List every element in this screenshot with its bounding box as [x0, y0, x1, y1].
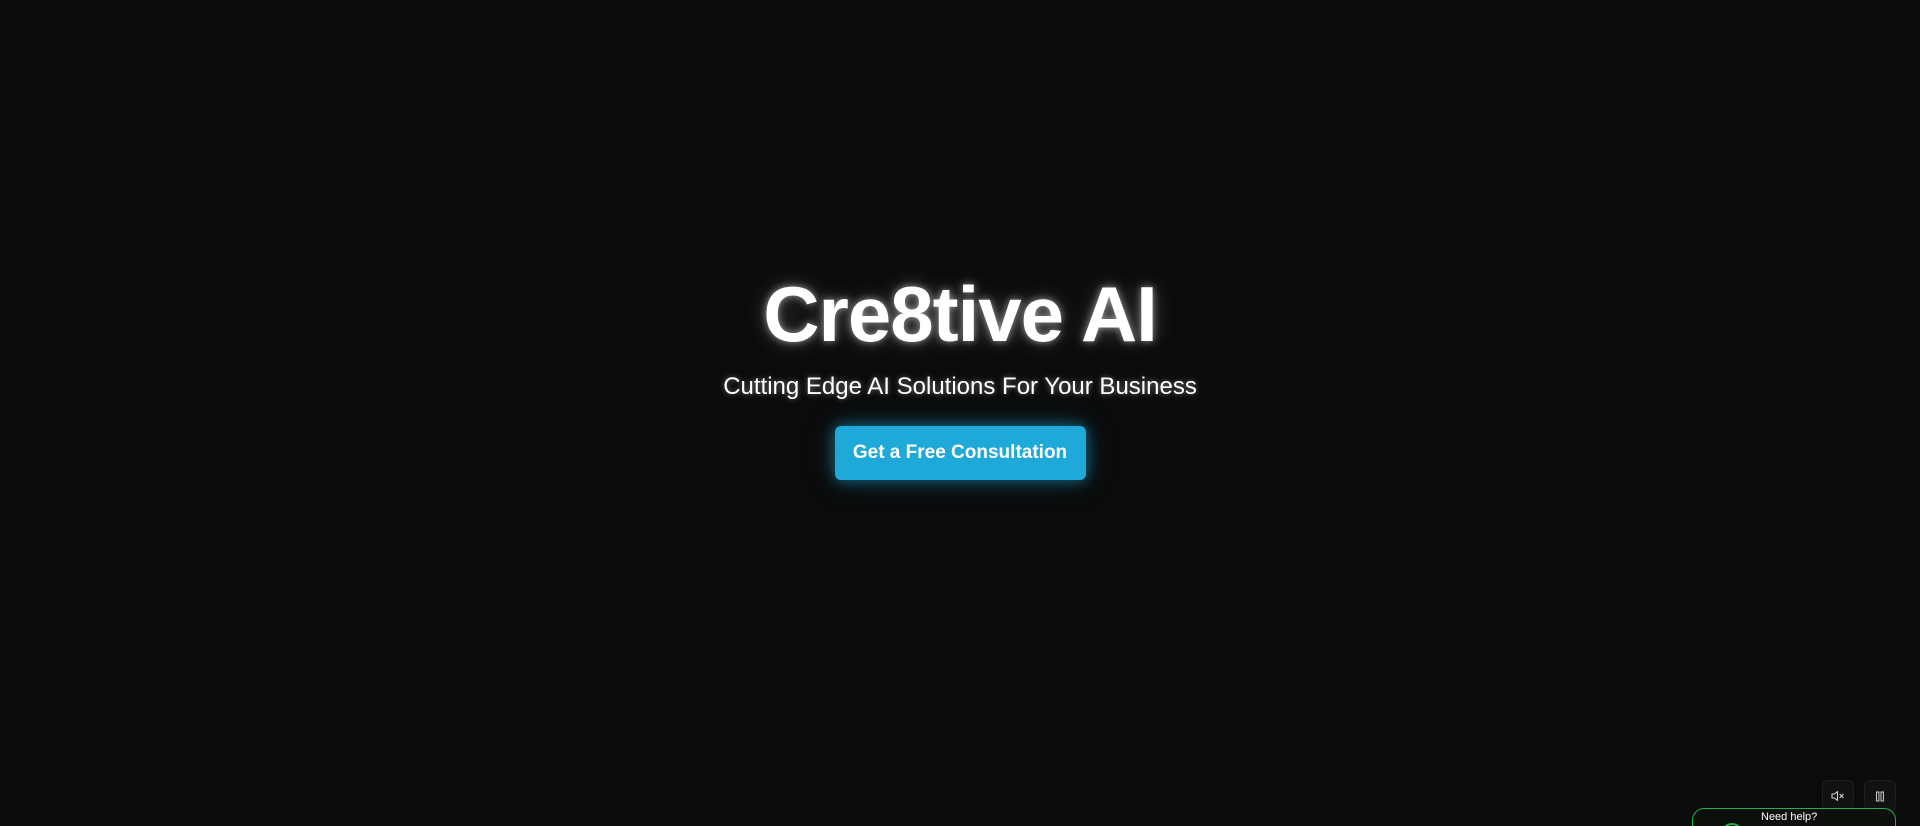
- help-chat-widget[interactable]: Need help?: [1692, 808, 1896, 826]
- free-consultation-button[interactable]: Get a Free Consultation: [834, 426, 1086, 480]
- speaker-muted-icon: [1831, 790, 1845, 802]
- hero-subtitle: Cutting Edge AI Solutions For Your Busin…: [723, 373, 1197, 400]
- hero-section: Cre8tive AI Cutting Edge AI Solutions Fo…: [0, 262, 1920, 480]
- landing-page: Cre8tive AI Cutting Edge AI Solutions Fo…: [0, 0, 1920, 826]
- pause-icon: [1875, 791, 1885, 802]
- hero-title: Cre8tive AI: [763, 270, 1158, 358]
- help-widget-text: Need help?: [1761, 811, 1818, 823]
